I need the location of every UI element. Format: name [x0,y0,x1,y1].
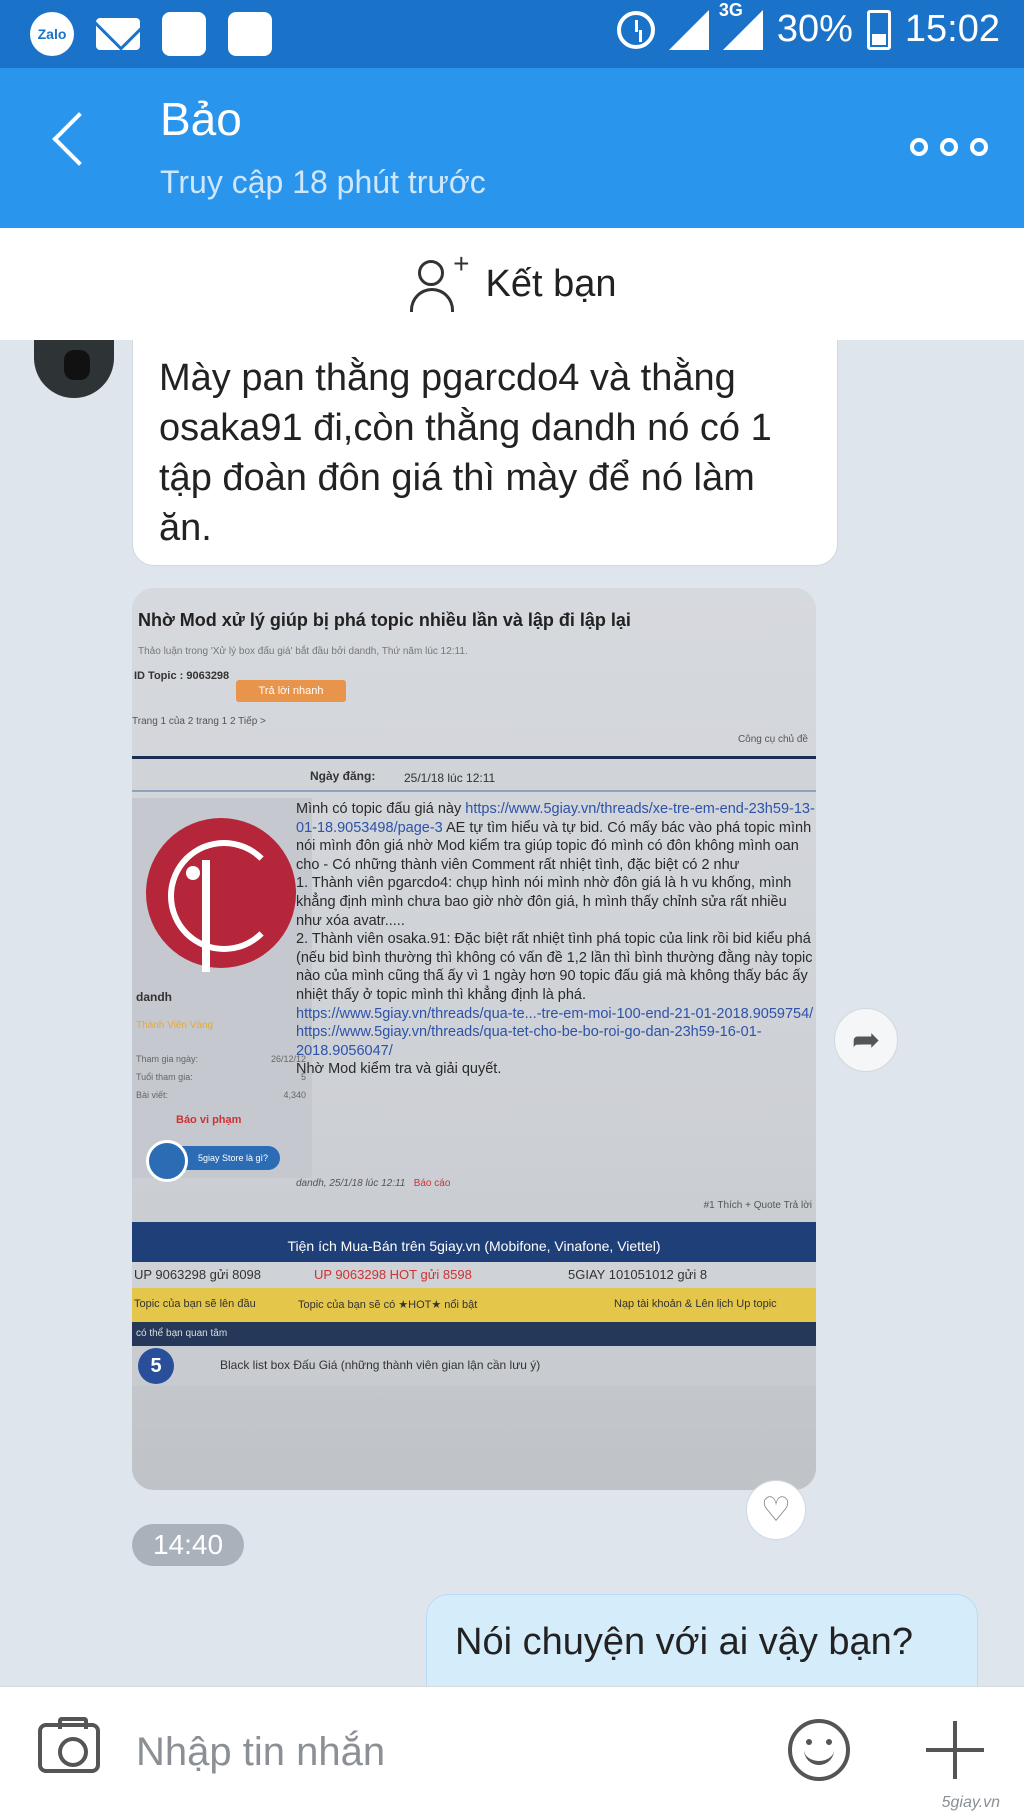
forum-user-panel: dandh Thành Viên Vàng Tham gia ngày: 26/1… [132,798,312,1182]
alarm-icon [616,10,655,49]
incoming-message-bubble[interactable]: Mày pan thằng pgarcdo4 và thằng osaka91 … [132,340,838,566]
forum-screenshot: Nhờ Mod xử lý giúp bị phá topic nhiều lầ… [132,588,816,1490]
back-arrow-icon[interactable] [52,112,106,166]
avatar[interactable] [34,340,114,398]
mail-notification-icon [96,18,140,50]
forum-post-actions: #1 Thích + Quote Trả lời [703,1200,812,1211]
forum-up-row: UP 9063298 gửi 8098 UP 9063298 HOT gửi 8… [132,1262,816,1288]
emoji-icon[interactable] [788,1719,850,1781]
message-time-badge: 14:40 [132,1524,244,1566]
heart-icon[interactable]: ♡ [746,1480,806,1540]
battery-percent: 30% [776,8,853,50]
forum-thread-title: Nhờ Mod xử lý giúp bị phá topic nhiều lầ… [138,610,631,630]
last-seen-status: Truy cập 18 phút trước [160,164,486,200]
status-bar: Zalo 3G 30% 15:02 [0,0,1024,68]
message-input[interactable] [136,1719,756,1785]
clock: 15:02 [904,8,1000,50]
forum-tools: Công cụ chủ đề [737,734,808,745]
add-friend-label: Kết bạn [485,262,617,305]
forum-promo-row: Topic của bạn sẽ lên đầu Topic của bạn s… [132,1288,816,1322]
forum-banner: Tiện ích Mua-Bán trên 5giay.vn (Mobifone… [132,1222,816,1262]
share-icon[interactable]: ➦ [834,1008,898,1072]
mobile-signal-icon [722,9,763,50]
add-friend-button[interactable]: + Kết bạn [0,228,1024,340]
battery-icon [866,9,891,50]
app-notification-icon [162,12,206,56]
signal-icon [668,9,709,50]
forum-report-link: Báo vi phạm [176,1114,242,1126]
message-list[interactable]: Mày pan thằng pgarcdo4 và thằng osaka91 … [0,340,1024,1686]
network-indicator: 3G [719,0,763,50]
forum-username: dandh [136,990,172,1004]
chat-header: Bảo Truy cập 18 phút trước [0,68,1024,228]
forum-post-footer: dandh, 25/1/18 lúc 12:11 Báo cáo [296,1178,451,1189]
forum-pagination: Trang 1 của 2 trang 1 2 Tiếp > [132,716,266,727]
photo-message[interactable]: Nhờ Mod xử lý giúp bị phá topic nhiều lầ… [132,588,816,1490]
forum-date-label: Ngày đăng: [310,769,376,783]
outgoing-message-bubble[interactable]: Nói chuyện với ai vậy bạn? [426,1594,978,1686]
forum-blacklist-row: 5 Black list box Đấu Giá (những thành vi… [132,1346,816,1386]
forum-post-body: Mình có topic đấu giá này https://www.5g… [296,801,815,1078]
forum-thread-subtitle: Thảo luận trong 'Xử lý box đấu giá' bắt … [138,646,468,657]
forum-user-stats: Tham gia ngày: 26/12/12 Tuổi tham gia: 5 B… [136,1054,306,1100]
system-status: 3G 30% 15:02 [616,0,1000,51]
forum-topic-id: ID Topic : 9063298 [134,670,230,682]
watermark: 5giay.vn [941,1794,1000,1811]
app-notification-icon [228,12,272,56]
forum-store-badge: 5giay Store là gì? [146,1140,280,1182]
camera-icon[interactable] [38,1717,100,1773]
contact-name[interactable]: Bảo [160,92,242,146]
forum-date-value: 25/1/18 lúc 12:11 [404,771,496,785]
plus-icon[interactable] [926,1721,984,1779]
lg-logo-icon [146,818,296,968]
forum-user-rank: Thành Viên Vàng [136,1020,214,1031]
notification-icons: Zalo [30,12,272,56]
add-friend-icon: + [408,248,470,314]
message-input-bar: 5giay.vn [0,1686,1024,1820]
more-options-icon[interactable] [910,138,988,156]
zalo-notification-icon: Zalo [30,12,74,56]
forum-date-row: Ngày đăng: 25/1/18 lúc 12:11 [132,756,816,792]
forum-reply-button: Trả lời nhanh [236,680,346,702]
